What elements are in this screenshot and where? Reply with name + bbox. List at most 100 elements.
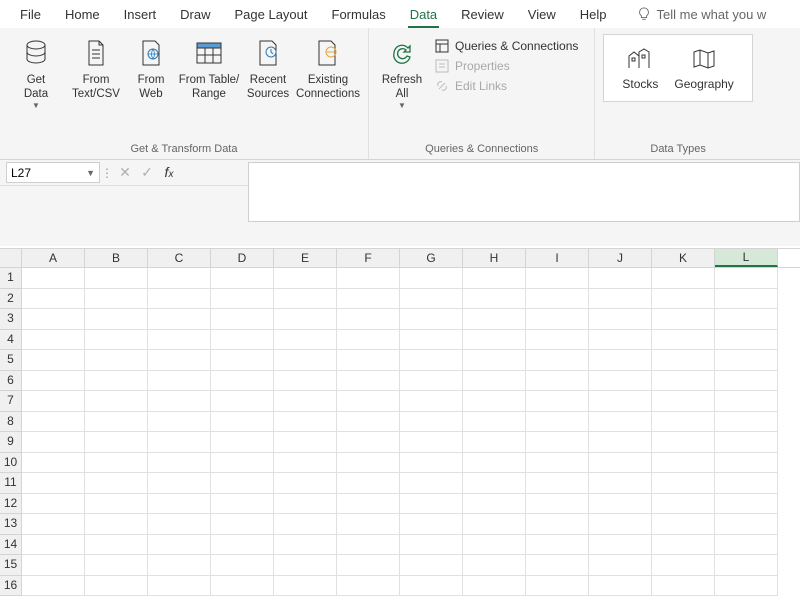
cell[interactable] bbox=[400, 555, 463, 576]
cell[interactable] bbox=[652, 535, 715, 556]
cell[interactable] bbox=[463, 432, 526, 453]
cell[interactable] bbox=[652, 473, 715, 494]
row-header[interactable]: 8 bbox=[0, 412, 22, 433]
cell[interactable] bbox=[652, 576, 715, 597]
cell[interactable] bbox=[715, 268, 778, 289]
cell[interactable] bbox=[589, 330, 652, 351]
cell[interactable] bbox=[274, 576, 337, 597]
cell[interactable] bbox=[589, 350, 652, 371]
cell[interactable] bbox=[85, 432, 148, 453]
cell[interactable] bbox=[463, 473, 526, 494]
cell[interactable] bbox=[526, 514, 589, 535]
row-header[interactable]: 9 bbox=[0, 432, 22, 453]
cell[interactable] bbox=[589, 412, 652, 433]
cell[interactable] bbox=[148, 350, 211, 371]
cell[interactable] bbox=[211, 268, 274, 289]
cell[interactable] bbox=[652, 453, 715, 474]
cell[interactable] bbox=[274, 412, 337, 433]
cell[interactable] bbox=[22, 432, 85, 453]
cell[interactable] bbox=[85, 330, 148, 351]
cell[interactable] bbox=[211, 535, 274, 556]
cell[interactable] bbox=[589, 453, 652, 474]
queries-connections-button[interactable]: Queries & Connections bbox=[433, 36, 580, 56]
cell[interactable] bbox=[715, 309, 778, 330]
from-web-button[interactable]: From Web bbox=[126, 30, 176, 101]
cell[interactable] bbox=[274, 371, 337, 392]
cell[interactable] bbox=[148, 330, 211, 351]
cell[interactable] bbox=[652, 350, 715, 371]
cell[interactable] bbox=[526, 350, 589, 371]
row-header[interactable]: 5 bbox=[0, 350, 22, 371]
cell[interactable] bbox=[148, 473, 211, 494]
cell[interactable] bbox=[148, 289, 211, 310]
cell[interactable] bbox=[400, 514, 463, 535]
cell[interactable] bbox=[463, 514, 526, 535]
cell[interactable] bbox=[211, 330, 274, 351]
cell[interactable] bbox=[148, 576, 211, 597]
cell[interactable] bbox=[22, 535, 85, 556]
cell[interactable] bbox=[85, 309, 148, 330]
cell[interactable] bbox=[526, 309, 589, 330]
cell[interactable] bbox=[337, 576, 400, 597]
cell[interactable] bbox=[211, 309, 274, 330]
cell[interactable] bbox=[526, 391, 589, 412]
get-data-button[interactable]: Get Data ▼ bbox=[6, 30, 66, 110]
cell[interactable] bbox=[400, 412, 463, 433]
column-header[interactable]: F bbox=[337, 249, 400, 267]
cell[interactable] bbox=[211, 514, 274, 535]
cell[interactable] bbox=[526, 371, 589, 392]
tab-help[interactable]: Help bbox=[568, 3, 619, 26]
cell[interactable] bbox=[715, 494, 778, 515]
cell[interactable] bbox=[463, 412, 526, 433]
cell[interactable] bbox=[274, 391, 337, 412]
cell[interactable] bbox=[337, 432, 400, 453]
geography-button[interactable]: Geography bbox=[666, 41, 741, 95]
cell[interactable] bbox=[85, 576, 148, 597]
tab-insert[interactable]: Insert bbox=[112, 3, 169, 26]
cell[interactable] bbox=[526, 555, 589, 576]
cell[interactable] bbox=[148, 432, 211, 453]
cell[interactable] bbox=[211, 371, 274, 392]
cell[interactable] bbox=[22, 473, 85, 494]
cell[interactable] bbox=[337, 350, 400, 371]
cell[interactable] bbox=[22, 268, 85, 289]
cell[interactable] bbox=[274, 309, 337, 330]
cell[interactable] bbox=[274, 268, 337, 289]
cell[interactable] bbox=[652, 494, 715, 515]
cell[interactable] bbox=[589, 535, 652, 556]
cell[interactable] bbox=[526, 289, 589, 310]
tab-review[interactable]: Review bbox=[449, 3, 516, 26]
from-table-range-button[interactable]: From Table/ Range bbox=[176, 30, 242, 101]
cell[interactable] bbox=[274, 535, 337, 556]
cell[interactable] bbox=[22, 350, 85, 371]
cell[interactable] bbox=[337, 268, 400, 289]
cell[interactable] bbox=[22, 453, 85, 474]
cell[interactable] bbox=[715, 371, 778, 392]
cell[interactable] bbox=[22, 391, 85, 412]
cell[interactable] bbox=[274, 473, 337, 494]
cell[interactable] bbox=[400, 268, 463, 289]
cell[interactable] bbox=[337, 473, 400, 494]
cell[interactable] bbox=[589, 494, 652, 515]
cell[interactable] bbox=[400, 330, 463, 351]
cell[interactable] bbox=[337, 494, 400, 515]
cell[interactable] bbox=[652, 555, 715, 576]
cell[interactable] bbox=[337, 309, 400, 330]
cell[interactable] bbox=[589, 555, 652, 576]
row-header[interactable]: 10 bbox=[0, 453, 22, 474]
cell[interactable] bbox=[274, 350, 337, 371]
cell[interactable] bbox=[715, 514, 778, 535]
row-header[interactable]: 11 bbox=[0, 473, 22, 494]
cell[interactable] bbox=[274, 514, 337, 535]
cell[interactable] bbox=[85, 412, 148, 433]
cell[interactable] bbox=[589, 473, 652, 494]
cell[interactable] bbox=[652, 309, 715, 330]
cell[interactable] bbox=[589, 576, 652, 597]
cell[interactable] bbox=[274, 494, 337, 515]
cell[interactable] bbox=[526, 494, 589, 515]
cell[interactable] bbox=[526, 432, 589, 453]
cell[interactable] bbox=[400, 289, 463, 310]
cell[interactable] bbox=[22, 289, 85, 310]
cell[interactable] bbox=[400, 494, 463, 515]
cell[interactable] bbox=[463, 391, 526, 412]
